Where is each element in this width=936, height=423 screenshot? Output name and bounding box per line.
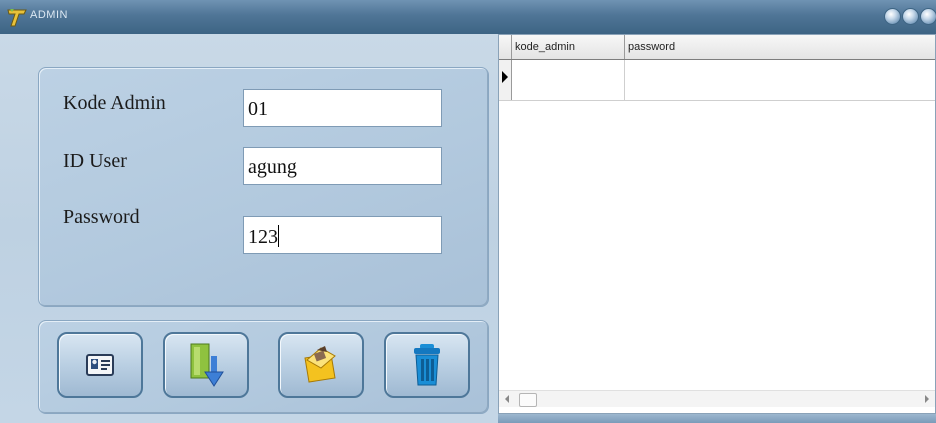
delete-button[interactable] [384,332,470,398]
cell-password[interactable] [625,60,936,100]
kode-admin-label: Kode Admin [63,92,166,114]
password-value: 123 [248,226,278,248]
id-user-input[interactable]: agung [243,147,442,185]
edit-button[interactable] [278,332,364,398]
cell-kode-admin[interactable] [512,60,625,100]
scroll-right-icon[interactable] [925,395,929,403]
maximize-button[interactable] [902,8,919,25]
save-download-icon [190,343,224,387]
id-card-icon [86,354,114,376]
new-record-button[interactable] [57,332,143,398]
window-bottom-edge [498,414,936,423]
password-label: Password [63,206,140,228]
row-indicator [499,60,512,100]
scroll-thumb[interactable] [519,393,537,407]
column-header-password[interactable]: password [625,35,936,59]
password-input[interactable]: 123 [243,216,442,254]
minimize-button[interactable] [884,8,901,25]
horizontal-scrollbar[interactable] [499,390,935,407]
grid-header: kode_admin password [499,35,935,60]
app-logo-icon [7,9,27,27]
column-header-kode-admin[interactable]: kode_admin [512,35,625,59]
table-row[interactable] [499,60,935,101]
scroll-left-icon[interactable] [505,395,509,403]
id-user-label: ID User [63,150,127,172]
save-button[interactable] [163,332,249,398]
edit-folder-icon [304,346,336,383]
trash-icon [414,344,440,386]
current-row-arrow-icon [502,71,508,83]
id-user-value: agung [248,156,297,178]
kode-admin-input[interactable]: 01 [243,89,442,127]
kode-admin-value: 01 [248,98,268,120]
title-bar: ADMIN [0,0,936,35]
window-title: ADMIN [30,9,68,21]
data-grid[interactable]: kode_admin password [498,34,936,414]
header-indicator [499,35,512,59]
close-button[interactable] [920,8,936,25]
text-caret [278,225,279,247]
